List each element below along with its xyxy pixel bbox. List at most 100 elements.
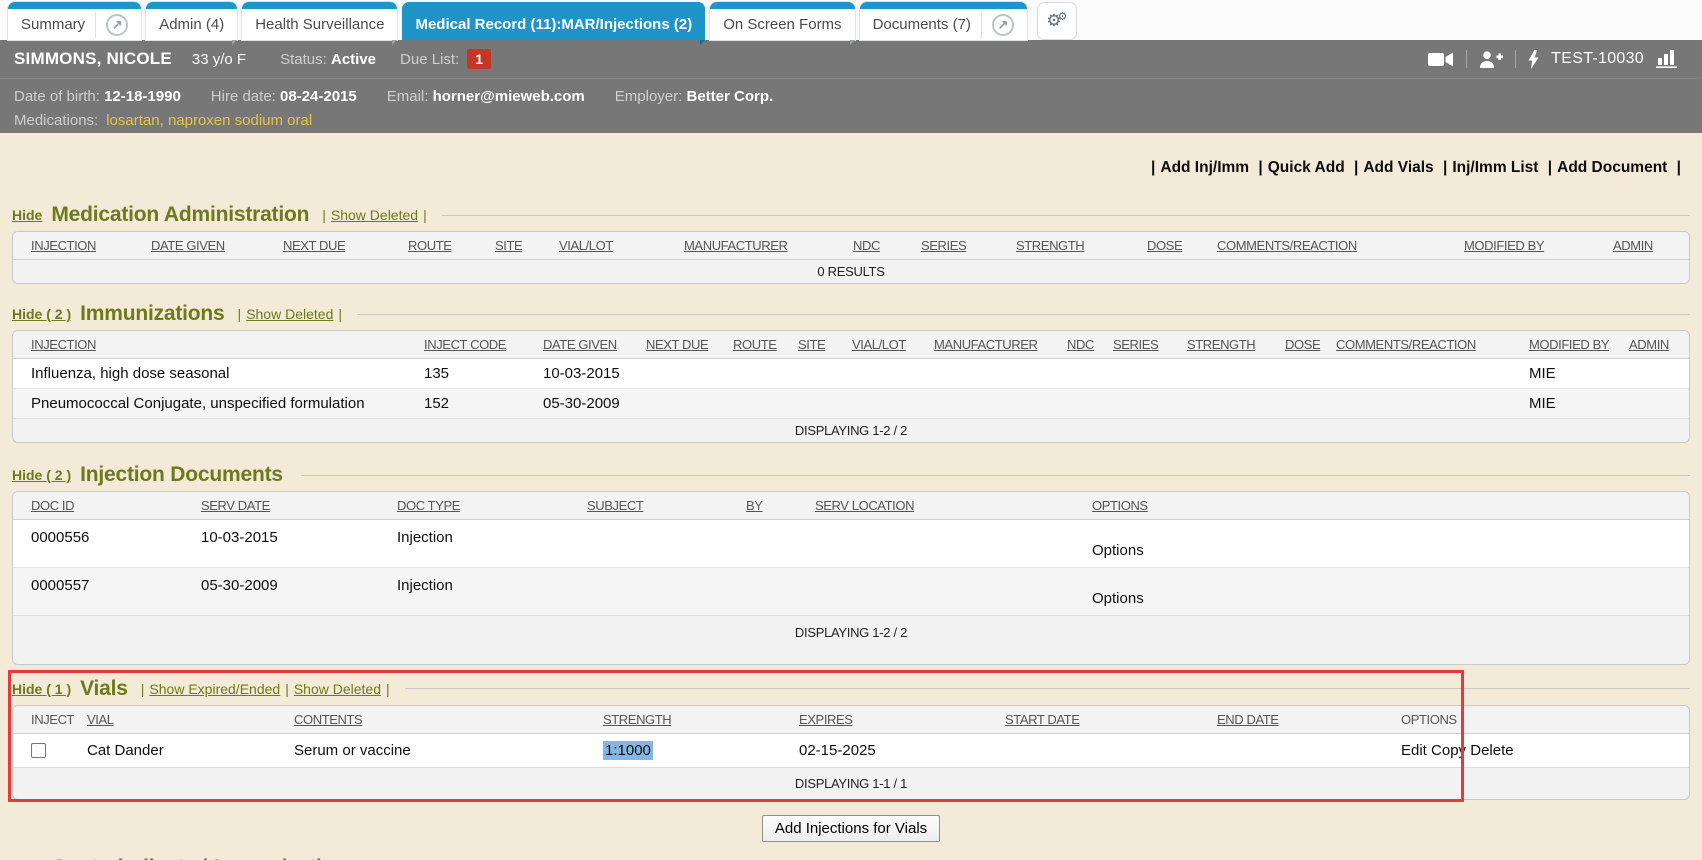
col-route[interactable]: ROUTE	[725, 331, 790, 359]
medication-link-losartan[interactable]: losartan	[106, 112, 159, 129]
mar-hide-link[interactable]: Hide	[12, 207, 42, 223]
col-manufacturer[interactable]: MANUFACTURER	[676, 232, 845, 260]
table-row: Influenza, high dose seasonal 135 10-03-…	[13, 359, 1689, 389]
col-dose[interactable]: DOSE	[1139, 232, 1209, 260]
col-options: OPTIONS	[1393, 706, 1689, 734]
dob-label: Date of birth:	[14, 88, 100, 105]
col-manufacturer[interactable]: MANUFACTURER	[926, 331, 1059, 359]
col-dose[interactable]: DOSE	[1277, 331, 1328, 359]
col-doc-id[interactable]: DOC ID	[13, 492, 193, 520]
col-date-given[interactable]: DATE GIVEN	[143, 232, 275, 260]
modified-by-cell: MIE	[1521, 359, 1621, 389]
col-site[interactable]: SITE	[487, 232, 551, 260]
col-by[interactable]: BY	[738, 492, 807, 520]
col-vial-lot[interactable]: VIAL/LOT	[844, 331, 926, 359]
quick-add-link[interactable]: Quick Add	[1268, 159, 1345, 176]
immunizations-hide-link[interactable]: Hide ( 2 )	[12, 306, 71, 322]
col-modified-by[interactable]: MODIFIED BY	[1521, 331, 1621, 359]
inj-imm-list-link[interactable]: Inj/Imm List	[1452, 159, 1538, 176]
medication-link-naproxen[interactable]: naproxen sodium oral	[168, 112, 312, 129]
col-comments-reaction[interactable]: COMMENTS/REACTION	[1328, 331, 1521, 359]
add-person-icon[interactable]	[1479, 51, 1503, 68]
col-injection[interactable]: INJECTION	[13, 331, 416, 359]
dob-value: 12-18-1990	[104, 88, 181, 105]
video-camera-icon[interactable]	[1428, 52, 1454, 67]
vials-show-deleted-link[interactable]: Show Deleted	[294, 681, 381, 697]
options-link[interactable]: Options	[1092, 542, 1144, 559]
tab-admin[interactable]: Admin (4)	[146, 2, 237, 40]
mar-empty-results: 0 RESULTS	[13, 260, 1689, 284]
doc-type-cell: Injection	[389, 520, 579, 568]
email-label: Email:	[387, 88, 429, 105]
injection-documents-hide-link[interactable]: Hide ( 2 )	[12, 467, 71, 483]
col-vial[interactable]: VIAL	[79, 706, 286, 734]
col-comments-reaction[interactable]: COMMENTS/REACTION	[1209, 232, 1456, 260]
add-document-link[interactable]: Add Document	[1557, 159, 1667, 176]
col-end-date[interactable]: END DATE	[1209, 706, 1393, 734]
vials-hide-link[interactable]: Hide ( 1 )	[12, 681, 71, 697]
col-site[interactable]: SITE	[790, 331, 844, 359]
hire-date-value: 08-24-2015	[280, 88, 357, 105]
tab-health-surveillance[interactable]: Health Surveillance	[242, 2, 397, 40]
edit-link[interactable]: Edit	[1401, 742, 1427, 759]
col-injection[interactable]: INJECTION	[13, 232, 143, 260]
col-series[interactable]: SERIES	[1105, 331, 1179, 359]
injection-documents-header-row: DOC ID SERV DATE DOC TYPE SUBJECT BY SER…	[13, 492, 1689, 520]
col-options[interactable]: OPTIONS	[1084, 492, 1689, 520]
vials-show-expired-link[interactable]: Show Expired/Ended	[149, 681, 280, 697]
due-list-badge[interactable]: 1	[467, 49, 491, 69]
add-vials-link[interactable]: Add Vials	[1363, 159, 1433, 176]
immunizations-show-deleted-link[interactable]: Show Deleted	[246, 306, 333, 322]
col-strength[interactable]: STRENGTH	[595, 706, 791, 734]
table-row: 0000556 10-03-2015 Injection Options	[13, 520, 1689, 568]
col-strength[interactable]: STRENGTH	[1008, 232, 1139, 260]
options-cell: Edit Copy Delete	[1393, 733, 1689, 767]
vial-checkbox[interactable]	[31, 743, 46, 758]
tab-medical-record[interactable]: Medical Record (11):MAR/Injections (2)	[402, 2, 705, 40]
options-link[interactable]: Options	[1092, 590, 1144, 607]
divider	[357, 314, 1690, 315]
mar-section-header: Hide Medication Administration | Show De…	[12, 203, 1690, 227]
mar-empty-row: 0 RESULTS	[13, 260, 1689, 284]
employer-label: Employer:	[615, 88, 683, 105]
tab-summary[interactable]: Summary ↗	[8, 2, 141, 40]
col-admin[interactable]: ADMIN	[1621, 331, 1689, 359]
chart-icon[interactable]	[1656, 50, 1680, 68]
tab-on-screen-forms[interactable]: On Screen Forms	[710, 2, 854, 40]
settings-gears-icon[interactable]: ⚙⚙	[1038, 3, 1076, 39]
copy-link[interactable]: Copy	[1431, 742, 1466, 759]
col-ndc[interactable]: NDC	[845, 232, 913, 260]
col-series[interactable]: SERIES	[913, 232, 1008, 260]
add-injections-for-vials-button[interactable]: Add Injections for Vials	[762, 815, 940, 842]
doc-id-cell: 0000557	[13, 568, 193, 616]
col-admin[interactable]: ADMIN	[1605, 232, 1689, 260]
divider	[95, 12, 96, 38]
col-next-due[interactable]: NEXT DUE	[275, 232, 400, 260]
col-serv-date[interactable]: SERV DATE	[193, 492, 389, 520]
injection-cell: Influenza, high dose seasonal	[13, 359, 416, 389]
lightning-bolt-icon[interactable]	[1528, 50, 1539, 69]
add-inj-imm-link[interactable]: Add Inj/Imm	[1160, 159, 1249, 176]
col-inject-code[interactable]: INJECT CODE	[416, 331, 535, 359]
col-vial-lot[interactable]: VIAL/LOT	[551, 232, 676, 260]
col-expires[interactable]: EXPIRES	[791, 706, 997, 734]
hire-date-label: Hire date:	[211, 88, 276, 105]
col-doc-type[interactable]: DOC TYPE	[389, 492, 579, 520]
popout-icon[interactable]: ↗	[106, 14, 128, 36]
tab-documents[interactable]: Documents (7) ↗	[860, 2, 1027, 40]
col-contents[interactable]: CONTENTS	[286, 706, 595, 734]
col-subject[interactable]: SUBJECT	[579, 492, 738, 520]
col-date-given[interactable]: DATE GIVEN	[535, 331, 638, 359]
mar-show-deleted-link[interactable]: Show Deleted	[331, 207, 418, 223]
col-start-date[interactable]: START DATE	[997, 706, 1209, 734]
email-value: horner@mieweb.com	[433, 88, 585, 105]
col-strength[interactable]: STRENGTH	[1179, 331, 1277, 359]
col-serv-location[interactable]: SERV LOCATION	[807, 492, 1084, 520]
col-ndc[interactable]: NDC	[1059, 331, 1105, 359]
col-next-due[interactable]: NEXT DUE	[638, 331, 725, 359]
expires-cell: 02-15-2025	[791, 733, 997, 767]
popout-icon[interactable]: ↗	[992, 14, 1014, 36]
delete-link[interactable]: Delete	[1470, 742, 1513, 759]
col-route[interactable]: ROUTE	[400, 232, 487, 260]
col-modified-by[interactable]: MODIFIED BY	[1456, 232, 1605, 260]
